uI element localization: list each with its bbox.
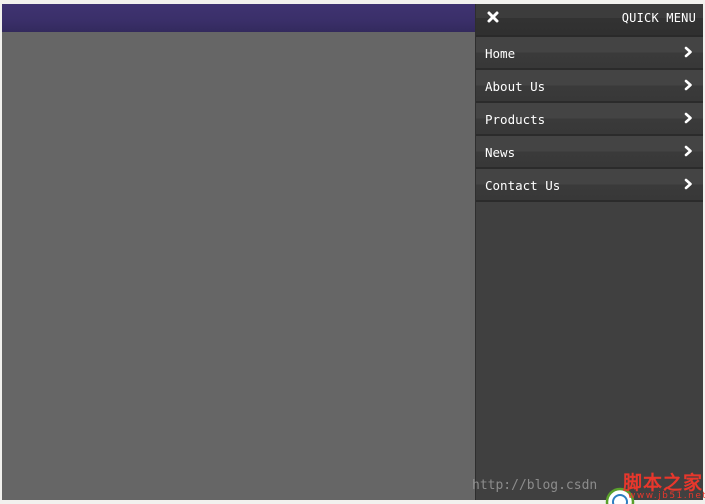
menu-item-label: Contact Us [485, 178, 561, 193]
quick-menu-header: QUICK MENU [476, 4, 703, 37]
page-viewport: QUICK MENU Home About Us Products News C… [2, 4, 703, 500]
menu-item-label: About Us [485, 79, 546, 94]
menu-item-label: News [485, 145, 516, 160]
menu-item-home[interactable]: Home [476, 37, 703, 70]
watermark-url: http://blog.csdn [472, 478, 598, 493]
top-header-bar [2, 4, 475, 32]
menu-item-products[interactable]: Products [476, 103, 703, 136]
site-logo-domain: www.jb51.net [628, 491, 705, 501]
menu-item-contact-us[interactable]: Contact Us [476, 169, 703, 202]
chevron-right-icon [684, 112, 692, 124]
menu-item-label: Products [485, 112, 546, 127]
chevron-right-icon [684, 145, 692, 157]
menu-item-label: Home [485, 46, 516, 61]
menu-item-about-us[interactable]: About Us [476, 70, 703, 103]
quick-menu-panel: QUICK MENU Home About Us Products News C… [475, 4, 703, 500]
chevron-right-icon [684, 79, 692, 91]
chevron-right-icon [684, 178, 692, 190]
close-icon[interactable] [486, 10, 500, 24]
quick-menu-title: QUICK MENU [621, 11, 696, 25]
menu-item-news[interactable]: News [476, 136, 703, 169]
chevron-right-icon [684, 46, 692, 58]
